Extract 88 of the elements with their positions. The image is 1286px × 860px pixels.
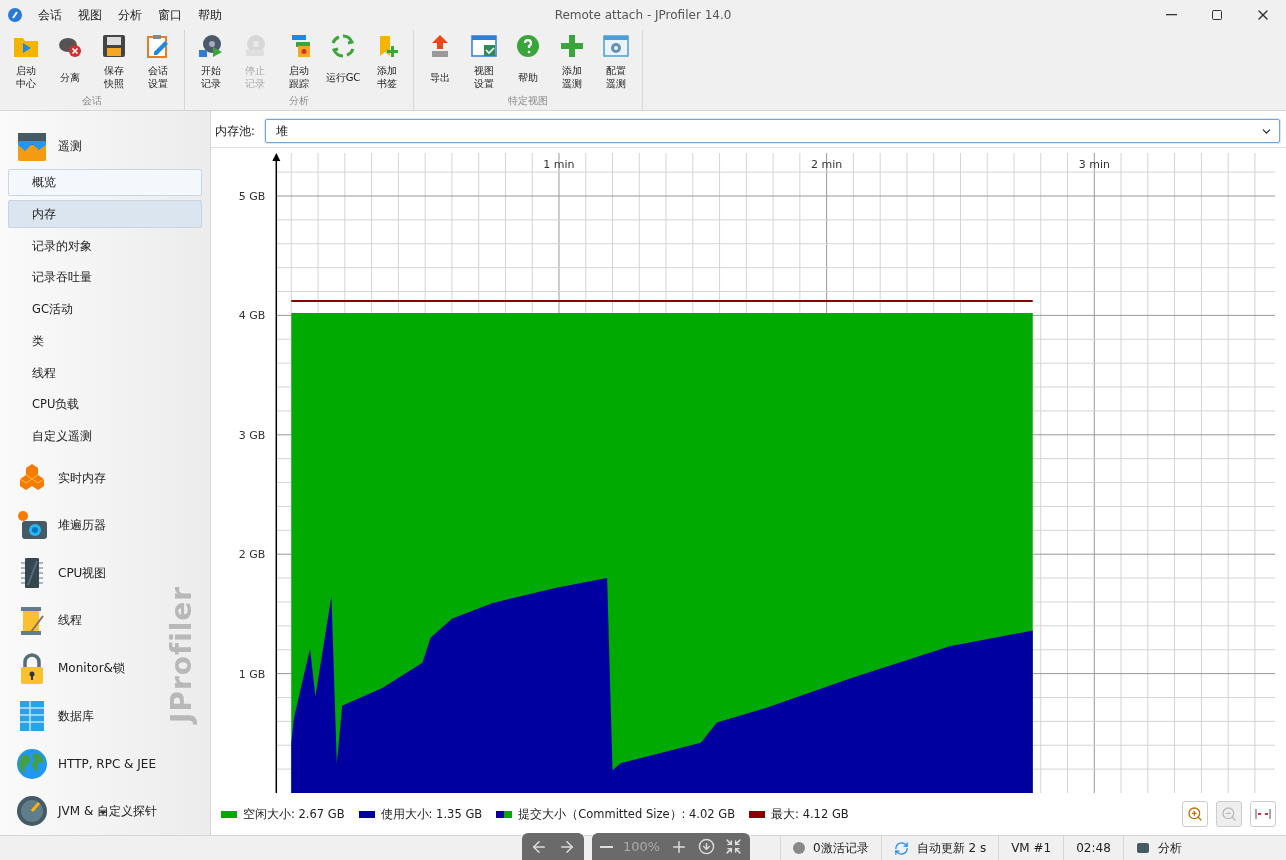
menu-item[interactable]: 窗口 bbox=[152, 4, 188, 26]
x-tick-label: 2 min bbox=[811, 158, 843, 171]
sidebar-item[interactable]: 线程 bbox=[8, 359, 202, 387]
legend-item: 提交大小（Committed Size）: 4.02 GB bbox=[496, 806, 736, 822]
dot-icon bbox=[793, 842, 805, 854]
window-title: Remote attach - JProfiler 14.0 bbox=[554, 8, 732, 22]
maximize-icon bbox=[1211, 9, 1223, 21]
toolbar-button[interactable]: 保存 快照 bbox=[92, 30, 136, 94]
x-tick-label: 3 min bbox=[1078, 158, 1110, 171]
globe-icon bbox=[16, 747, 48, 780]
sidebar-item[interactable]: 类 bbox=[8, 327, 202, 356]
window-gear-icon bbox=[603, 34, 629, 58]
status-item: 02:48 bbox=[1063, 836, 1123, 860]
group-label: 特定视图 bbox=[508, 94, 548, 108]
zoom-in-button[interactable] bbox=[1182, 801, 1208, 827]
status-item: 自动更新 2 s bbox=[880, 836, 999, 860]
group-label: 分析 bbox=[289, 94, 309, 108]
status-item: VM #1 bbox=[998, 836, 1064, 860]
zoom-level: 100% bbox=[623, 839, 661, 854]
status-item: 分析 bbox=[1122, 836, 1194, 860]
sidebar-section[interactable]: CPU视图 bbox=[0, 549, 111, 598]
sidebar-section[interactable]: 实时内存 bbox=[0, 454, 110, 503]
fit-width-button[interactable] bbox=[1250, 801, 1276, 827]
sidebar-section[interactable]: 数据库 bbox=[0, 692, 98, 740]
legend-item: 最大: 4.12 GB bbox=[749, 806, 849, 822]
zoom-in-icon bbox=[1187, 806, 1203, 822]
toolbar-button[interactable]: 会话 设置 bbox=[136, 30, 180, 94]
field-label: 内存池: bbox=[215, 123, 255, 139]
zoom-out-icon bbox=[1221, 806, 1237, 822]
toolbar-button[interactable]: 开始 记录 bbox=[189, 30, 233, 94]
toolbar-button[interactable]: 启动 中心 bbox=[4, 30, 48, 94]
sidebar-section[interactable]: Monitor&锁 bbox=[0, 644, 129, 693]
toolbar-button[interactable]: 添加 遥测 bbox=[550, 30, 594, 94]
sidebar-section[interactable]: 堆遍历器 bbox=[0, 502, 110, 550]
menu-item[interactable]: 帮助 bbox=[192, 4, 228, 26]
fit-width-icon bbox=[1255, 808, 1271, 820]
y-tick-label: 1 GB bbox=[238, 667, 266, 681]
sidebar-section[interactable]: HTTP, RPC & JEE bbox=[0, 739, 160, 788]
sidebar-item[interactable]: 自定义遥测 bbox=[8, 422, 202, 451]
y-tick-label: 2 GB bbox=[238, 548, 266, 562]
window-check-icon bbox=[471, 34, 497, 58]
zoom-out-button[interactable] bbox=[600, 845, 613, 848]
shrink-icon bbox=[725, 838, 743, 855]
toolbar-button[interactable]: 启动 跟踪 bbox=[277, 30, 321, 94]
stack-icon bbox=[1135, 841, 1150, 855]
app-icon bbox=[8, 8, 22, 22]
menu-item[interactable]: 会话 bbox=[32, 4, 68, 26]
shrink-button[interactable] bbox=[725, 838, 743, 855]
legend-item: 使用大小: 1.35 GB bbox=[358, 806, 483, 822]
camera-icon bbox=[16, 510, 48, 541]
toolbar-button[interactable]: 导出 bbox=[418, 30, 462, 94]
sidebar-section[interactable]: 遥测 bbox=[0, 125, 86, 169]
floppy-icon bbox=[101, 34, 127, 58]
cycle-icon bbox=[330, 34, 356, 58]
download-icon bbox=[698, 838, 716, 855]
menu-item[interactable]: 分析 bbox=[112, 4, 148, 26]
sidebar-item[interactable]: 内存 bbox=[8, 200, 202, 229]
minus-icon bbox=[600, 845, 613, 848]
clipboard-icon bbox=[145, 34, 171, 58]
y-tick-label: 4 GB bbox=[238, 309, 266, 323]
download-button[interactable] bbox=[698, 838, 716, 855]
sidebar-item[interactable]: 概览 bbox=[8, 168, 202, 197]
toolbar-button[interactable]: 视图 设置 bbox=[462, 30, 506, 94]
x-tick-label: 1 min bbox=[543, 158, 575, 171]
gauge-icon bbox=[16, 795, 48, 828]
minimize-icon bbox=[1165, 14, 1177, 16]
toolbar-button[interactable]: 配置 遥测 bbox=[594, 30, 638, 94]
toolbar-button[interactable]: 帮助 bbox=[506, 30, 550, 94]
refresh-icon bbox=[893, 840, 909, 856]
y-tick-label: 5 GB bbox=[238, 190, 266, 203]
telemetry-icon bbox=[16, 131, 48, 162]
sidebar-section[interactable]: 线程 bbox=[0, 597, 86, 645]
y-tick-label: 3 GB bbox=[238, 428, 266, 442]
sidebar-item[interactable]: GC活动 bbox=[8, 295, 202, 324]
group-label: 会话 bbox=[82, 94, 102, 108]
toolbar-button[interactable]: 分离 bbox=[48, 30, 92, 94]
help-icon bbox=[515, 34, 541, 58]
plus-icon bbox=[559, 34, 585, 58]
sidebar-item[interactable]: CPU负载 bbox=[8, 390, 202, 419]
film-reel-icon bbox=[198, 34, 224, 58]
toolbar-button[interactable]: 运行GC bbox=[321, 30, 365, 94]
menu-item[interactable]: 视图 bbox=[72, 4, 108, 26]
pool-dropdown[interactable]: 堆 bbox=[264, 119, 1280, 143]
sidebar-item[interactable]: 记录的对象 bbox=[8, 232, 202, 260]
toolbar-button[interactable]: 添加 书签 bbox=[365, 30, 409, 94]
sidebar-item[interactable]: 记录吞吐量 bbox=[8, 263, 202, 292]
status-item: 0激活记录 bbox=[780, 836, 881, 860]
legend-item: 空闲大小: 2.67 GB bbox=[221, 806, 345, 822]
